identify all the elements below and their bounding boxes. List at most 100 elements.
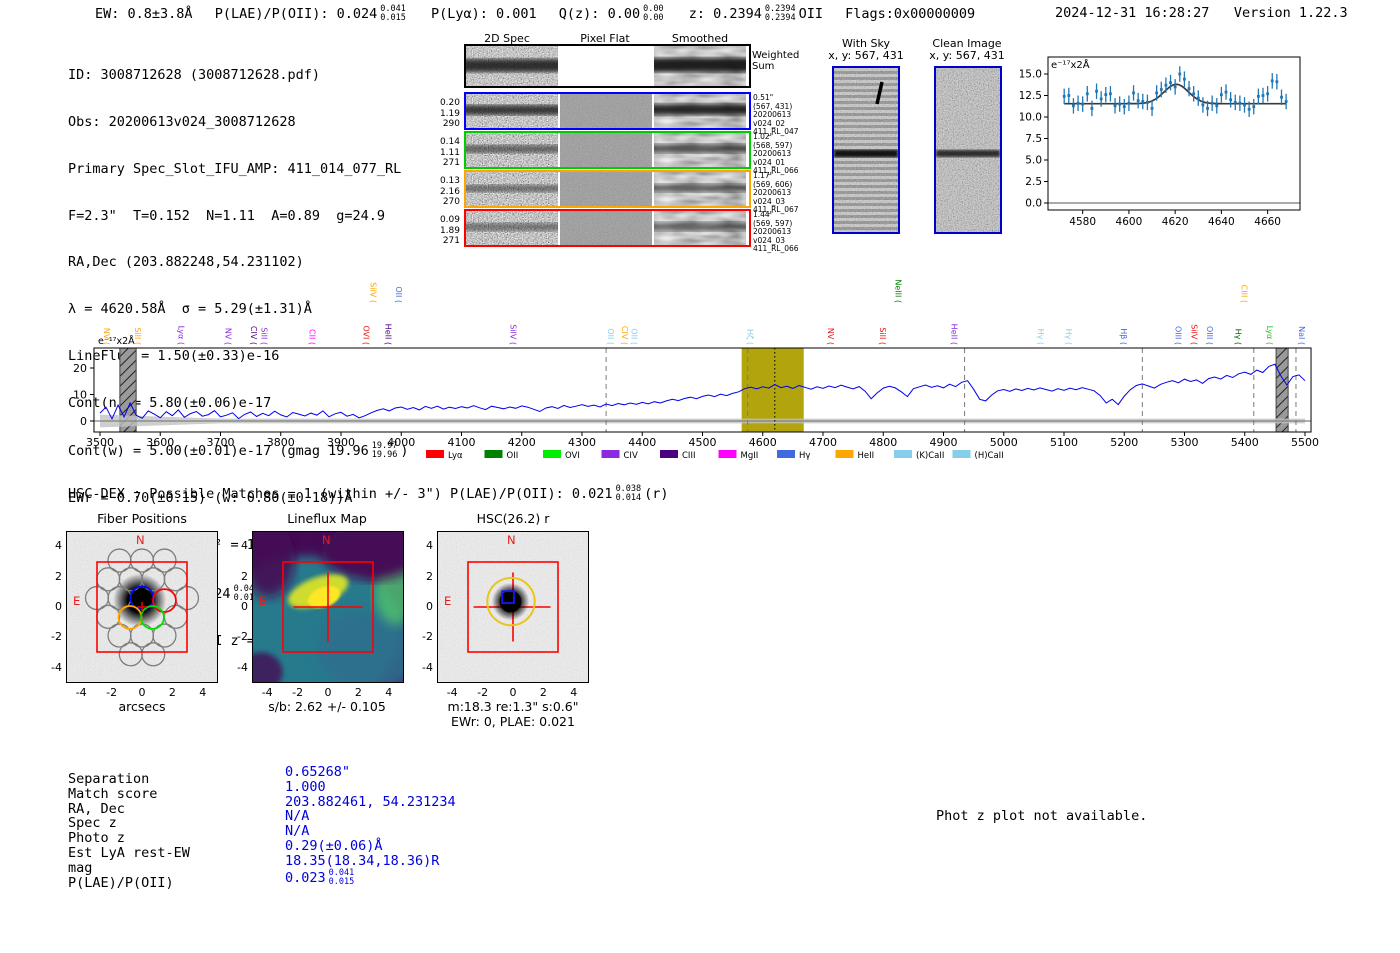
svg-text:OII (: OII ( bbox=[629, 328, 638, 345]
cutout-ytick: 4 bbox=[241, 539, 248, 553]
cutout-ytick: 2 bbox=[55, 569, 62, 583]
cutout-ytick: -2 bbox=[237, 630, 248, 644]
header-datetime-version: 2024-12-31 16:28:27 Version 1.22.3 bbox=[1055, 5, 1348, 21]
fiber-row-right-labels: 1.17" (569, 606) 20200613 v024_03 411_RL_067 bbox=[753, 171, 799, 215]
svg-text:12.5: 12.5 bbox=[1020, 90, 1042, 102]
weighted-sum-row bbox=[464, 44, 751, 88]
cutout-xtick: -4 bbox=[446, 686, 458, 699]
svg-text:5400: 5400 bbox=[1231, 436, 1259, 449]
svg-text:Hγ (: Hγ ( bbox=[1036, 329, 1045, 345]
weighted-sum-label: Weighted Sum bbox=[752, 50, 800, 72]
svg-text:5300: 5300 bbox=[1171, 436, 1199, 449]
svg-text:OVI: OVI bbox=[565, 451, 580, 461]
svg-text:MgII: MgII bbox=[741, 451, 759, 461]
hsc-compass-n: N bbox=[507, 533, 516, 547]
header-qz: Q(z): 0.00 0.00 0.00 bbox=[558, 4, 664, 23]
header-datetime: 2024-12-31 16:28:27 bbox=[1055, 5, 1210, 21]
svg-text:4580: 4580 bbox=[1069, 216, 1096, 228]
svg-text:4660: 4660 bbox=[1254, 216, 1281, 228]
cutout-ytick: -4 bbox=[237, 660, 248, 674]
svg-text:SiIV (: SiIV ( bbox=[369, 282, 378, 303]
fiber-row-2dspec-image bbox=[466, 172, 558, 206]
svg-text:4600: 4600 bbox=[1116, 216, 1143, 228]
cutout-xtick: 0 bbox=[138, 686, 146, 699]
fiber-row-smoothed-image bbox=[654, 94, 746, 128]
svg-text:Hγ (: Hγ ( bbox=[1064, 329, 1073, 345]
svg-text:SiII (: SiII ( bbox=[878, 327, 887, 345]
svg-text:NaI (: NaI ( bbox=[1297, 326, 1306, 345]
cutout-xtick: 4 bbox=[199, 686, 207, 699]
cutout-xtick: 4 bbox=[570, 686, 578, 699]
svg-text:HeII (: HeII ( bbox=[384, 324, 393, 345]
info-seeing: F=2.3" T=0.152 N=1.11 A=0.89 g=24.9 bbox=[68, 207, 385, 224]
svg-text:SiIV (: SiIV ( bbox=[1190, 324, 1199, 345]
match-table-labels: Separation Match score RA, Dec Spec z Ph… bbox=[68, 771, 190, 891]
svg-text:5.0: 5.0 bbox=[1025, 155, 1042, 167]
svg-text:(K)CaII: (K)CaII bbox=[916, 451, 944, 461]
svg-text:4200: 4200 bbox=[508, 436, 536, 449]
svg-text:HeII (: HeII ( bbox=[949, 324, 958, 345]
lineflux-compass-e: E bbox=[259, 594, 267, 608]
svg-text:OII: OII bbox=[507, 451, 519, 461]
lineflux-compass-n: N bbox=[322, 533, 331, 547]
svg-text:0: 0 bbox=[80, 415, 87, 428]
cutout-xtick: 0 bbox=[509, 686, 517, 699]
svg-text:2.5: 2.5 bbox=[1025, 176, 1042, 188]
svg-text:OII (: OII ( bbox=[606, 328, 615, 345]
svg-text:5100: 5100 bbox=[1050, 436, 1078, 449]
fiber-row-smoothed-image bbox=[654, 211, 746, 245]
weighted-pixelflat-image bbox=[560, 46, 652, 86]
fiber-row-3 bbox=[464, 170, 751, 208]
hscdex-match-line: HSC-DEX : Possible Matches = 1 (within +… bbox=[68, 484, 669, 503]
svg-text:4620: 4620 bbox=[1162, 216, 1189, 228]
svg-text:CII (: CII ( bbox=[308, 329, 317, 345]
svg-text:4640: 4640 bbox=[1208, 216, 1235, 228]
svg-text:4000: 4000 bbox=[387, 436, 415, 449]
svg-text:Lyα (: Lyα ( bbox=[1265, 326, 1274, 345]
fiber-compass-n: N bbox=[136, 533, 145, 547]
svg-text:OIII (: OIII ( bbox=[1205, 326, 1214, 345]
fiber-compass-e: E bbox=[73, 594, 81, 608]
cutout-ytick: -4 bbox=[422, 660, 433, 674]
svg-text:4500: 4500 bbox=[689, 436, 717, 449]
hsc-xlabel-1: m:18.3 re:1.3" s:0.6" bbox=[447, 699, 579, 714]
cutout-ytick: 2 bbox=[426, 569, 433, 583]
svg-text:4700: 4700 bbox=[809, 436, 837, 449]
withsky-image bbox=[832, 66, 900, 234]
svg-text:SiIV (: SiIV ( bbox=[508, 324, 517, 345]
svg-text:3700: 3700 bbox=[207, 436, 235, 449]
emission-line-fit-plot: 4580 4600 4620 4640 4660 0.0 2.5 5.0 7.5 10.0 12.5… bbox=[1020, 56, 1301, 228]
lineflux-map-image bbox=[252, 531, 404, 683]
full-spectrum-plot: 3500 3600 3700 3800 3900 4000 4100 4200 4300 4400… bbox=[73, 279, 1319, 461]
cutout-ytick: 0 bbox=[426, 600, 433, 613]
header-bar: EW: 0.8±3.8Å P(LAE)/P(OII): 0.024 0.041 0.… bbox=[95, 5, 1045, 23]
svg-text:(H)CaII: (H)CaII bbox=[975, 451, 1004, 461]
fiber-row-right-labels: 0.51" (567, 431) 20200613 v024_02 411_RL_047 bbox=[753, 93, 799, 137]
cutout-xtick: -4 bbox=[261, 686, 273, 699]
svg-text:4900: 4900 bbox=[930, 436, 958, 449]
svg-text:CIII: CIII bbox=[682, 451, 695, 461]
lineflux-xlabel: s/b: 2.62 +/- 0.105 bbox=[268, 699, 386, 714]
lineflux-map-title: Lineflux Map bbox=[287, 511, 367, 526]
cutout-ytick: 0 bbox=[55, 600, 62, 613]
svg-text:Hγ (: Hγ ( bbox=[1234, 329, 1243, 345]
header-version: Version 1.22.3 bbox=[1233, 5, 1348, 21]
svg-text:CIV (: CIV ( bbox=[620, 326, 629, 345]
svg-text:3500: 3500 bbox=[86, 436, 114, 449]
svg-text:3900: 3900 bbox=[327, 436, 355, 449]
hsc-cutout-title: HSC(26.2) r bbox=[476, 511, 550, 526]
match-table-values: 0.65268" 1.000 203.882461, 54.231234 N/A… bbox=[285, 764, 456, 887]
fiber-row-right-labels: 1.44" (569, 597) 20200613 v024_03 411_RL_066 bbox=[753, 210, 799, 254]
fiber-xlabel: arcsecs bbox=[118, 699, 166, 714]
svg-text:Hβ (: Hβ ( bbox=[1119, 328, 1128, 345]
cutout-xtick: -2 bbox=[292, 686, 304, 699]
svg-text:0.0: 0.0 bbox=[1025, 198, 1042, 210]
svg-text:CIV (: CIV ( bbox=[249, 326, 258, 345]
cutout-ytick: -2 bbox=[51, 630, 62, 644]
fiber-row-pixelflat-image bbox=[560, 133, 652, 167]
withsky-title: With Sky x, y: 567, 431 bbox=[828, 37, 904, 62]
weighted-2dspec-image bbox=[466, 46, 558, 86]
svg-text:7.5: 7.5 bbox=[1025, 133, 1042, 145]
cutout-ytick: 2 bbox=[241, 569, 248, 583]
svg-text:5500: 5500 bbox=[1291, 436, 1319, 449]
